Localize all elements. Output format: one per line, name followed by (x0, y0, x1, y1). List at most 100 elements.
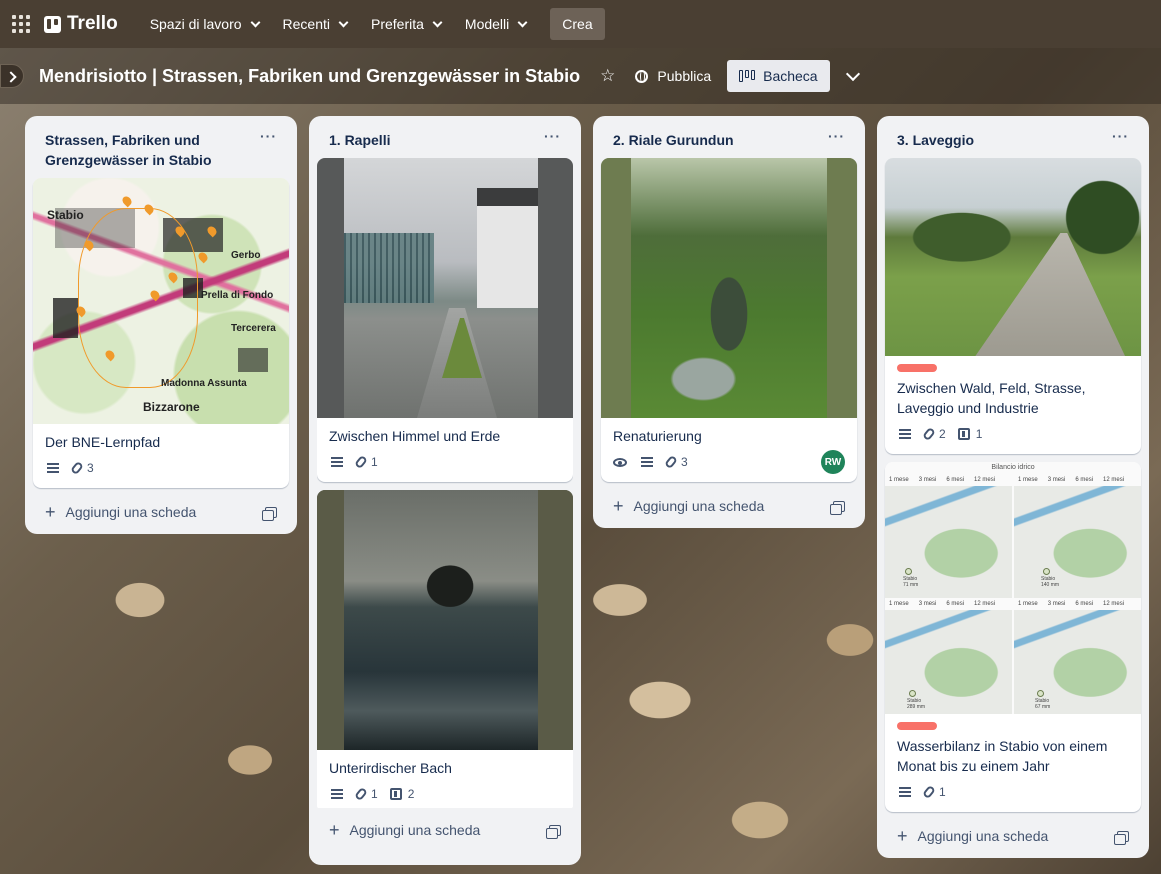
more-icon[interactable]: ··· (828, 129, 845, 150)
description-icon (899, 429, 911, 439)
description-icon (331, 457, 343, 467)
card-template-icon[interactable] (546, 824, 561, 839)
map-label: Bizzarone (143, 400, 200, 414)
list-title[interactable]: 2. Riale Gurundun (613, 130, 734, 150)
add-card-button[interactable]: + Aggiungi una scheda (317, 808, 573, 852)
description-badge (329, 789, 343, 799)
list-title[interactable]: 1. Rapelli (329, 130, 390, 150)
description-icon (331, 789, 343, 799)
checklist-icon (957, 428, 970, 440)
card-cover-image (317, 158, 573, 418)
attachment-badge: 3 (70, 460, 94, 476)
card-label-red[interactable] (897, 364, 937, 372)
paperclip-icon (70, 460, 84, 476)
attachment-count: 1 (371, 787, 378, 801)
nav-label: Spazi di lavoro (149, 16, 242, 32)
list-intro: Strassen, Fabriken und Grenzgewässer in … (25, 116, 297, 534)
card-label-red[interactable] (897, 722, 937, 730)
description-badge (329, 457, 343, 467)
add-card-label: Aggiungi una scheda (917, 828, 1049, 844)
nav-label: Preferita (370, 16, 424, 32)
more-icon[interactable]: ··· (260, 129, 277, 170)
checklist-count: 2 (407, 787, 415, 801)
watching-badge (613, 457, 627, 467)
plus-icon: + (45, 502, 56, 522)
board-header: Mendrisiotto | Strassen, Fabriken und Gr… (0, 48, 1161, 104)
card[interactable]: Renaturierung 3 RW (601, 158, 857, 482)
attachment-badge: 1 (354, 454, 378, 470)
globe-icon (635, 69, 649, 83)
nav-templates[interactable]: Modelli (455, 8, 536, 40)
attachment-count: 1 (939, 785, 946, 799)
paperclip-icon (922, 426, 936, 442)
card[interactable]: Unterirdischer Bach 1 2 (317, 490, 573, 808)
create-button[interactable]: Crea (550, 8, 605, 40)
map-label: Tercerera (231, 323, 276, 334)
board-view-button[interactable]: Bacheca (727, 60, 830, 92)
more-icon[interactable]: ··· (544, 129, 561, 150)
member-avatar[interactable]: RW (821, 450, 845, 474)
card-template-icon[interactable] (262, 506, 277, 521)
sidebar-expand-icon[interactable] (0, 64, 24, 88)
nav-recent[interactable]: Recenti (273, 8, 357, 40)
more-icon[interactable]: ··· (1112, 129, 1129, 150)
card-cover-map: Stabio Gerbo Prella di Fondo Madonna Ass… (33, 178, 289, 424)
list-rapelli: 1. Rapelli ··· Zwischen Himmel und Erde … (309, 116, 581, 865)
description-badge (897, 429, 911, 439)
plus-icon: + (613, 496, 624, 516)
eye-icon (613, 457, 627, 467)
star-icon[interactable]: ☆ (600, 66, 615, 86)
attachment-count: 1 (371, 455, 378, 469)
chevron-down-icon[interactable] (845, 66, 860, 81)
add-card-button[interactable]: + Aggiungi una scheda (33, 496, 289, 534)
list-title[interactable]: Strassen, Fabriken und Grenzgewässer in … (45, 130, 235, 170)
attachment-badge: 3 (664, 454, 688, 470)
attachment-badge: 2 (922, 426, 946, 442)
attachment-count: 3 (681, 455, 688, 469)
card-title: Der BNE-Lernpfad (45, 434, 161, 450)
chevron-down-icon (432, 17, 443, 27)
logo-text: Trello (67, 13, 118, 34)
card[interactable]: Zwischen Wald, Feld, Strasse, Laveggio u… (885, 158, 1141, 454)
app-switcher-icon[interactable] (12, 15, 30, 33)
card-cover-image (317, 490, 573, 750)
chevron-down-icon (250, 17, 260, 27)
card-template-icon[interactable] (830, 500, 845, 515)
visibility-button[interactable]: Pubblica (635, 68, 711, 84)
nav-starred[interactable]: Preferita (361, 8, 451, 40)
nav-label: Modelli (464, 16, 510, 32)
card[interactable]: Stabio Gerbo Prella di Fondo Madonna Ass… (33, 178, 289, 488)
attachment-count: 2 (939, 427, 946, 441)
paperclip-icon (664, 454, 678, 470)
attachment-badge: 1 (354, 786, 378, 802)
chevron-down-icon (338, 17, 349, 27)
visibility-label: Pubblica (657, 68, 712, 84)
card-template-icon[interactable] (1114, 830, 1129, 845)
paperclip-icon (922, 784, 936, 800)
list-riale-gurundun: 2. Riale Gurundun ··· Renaturierung 3 RW… (593, 116, 865, 528)
chevron-down-icon (517, 17, 528, 27)
top-navbar: Trello Spazi di lavoro Recenti Preferita… (0, 0, 1161, 48)
card-cover-water-balance: Bilancio idrico 1 mese 3 mesi 6 mesi 12 mes… (885, 462, 1141, 714)
list-title[interactable]: 3. Laveggio (897, 130, 974, 150)
card-cover-image (601, 158, 857, 418)
paperclip-icon (354, 786, 368, 802)
checklist-badge: 2 (389, 787, 415, 801)
trello-logo-icon (44, 15, 61, 33)
description-icon (899, 787, 911, 797)
map-label: Prella di Fondo (201, 290, 274, 301)
card[interactable]: Zwischen Himmel und Erde 1 (317, 158, 573, 482)
card[interactable]: Bilancio idrico 1 mese 3 mesi 6 mesi 12 mes… (885, 462, 1141, 812)
add-card-button[interactable]: + Aggiungi una scheda (601, 490, 857, 528)
add-card-button[interactable]: + Aggiungi una scheda (885, 820, 1141, 858)
description-icon (47, 463, 59, 473)
board-title[interactable]: Mendrisiotto | Strassen, Fabriken und Gr… (39, 66, 580, 87)
description-icon (641, 457, 653, 467)
card-title: Wasserbilanz in Stabio von einem Monat b… (897, 738, 1108, 774)
attachment-badge: 1 (922, 784, 946, 800)
trello-logo[interactable]: Trello (44, 13, 118, 35)
nav-workspaces[interactable]: Spazi di lavoro (140, 8, 269, 40)
add-card-label: Aggiungi una scheda (65, 504, 197, 520)
map-label: Madonna Assunta (161, 378, 247, 389)
map-label: Stabio (47, 208, 84, 222)
